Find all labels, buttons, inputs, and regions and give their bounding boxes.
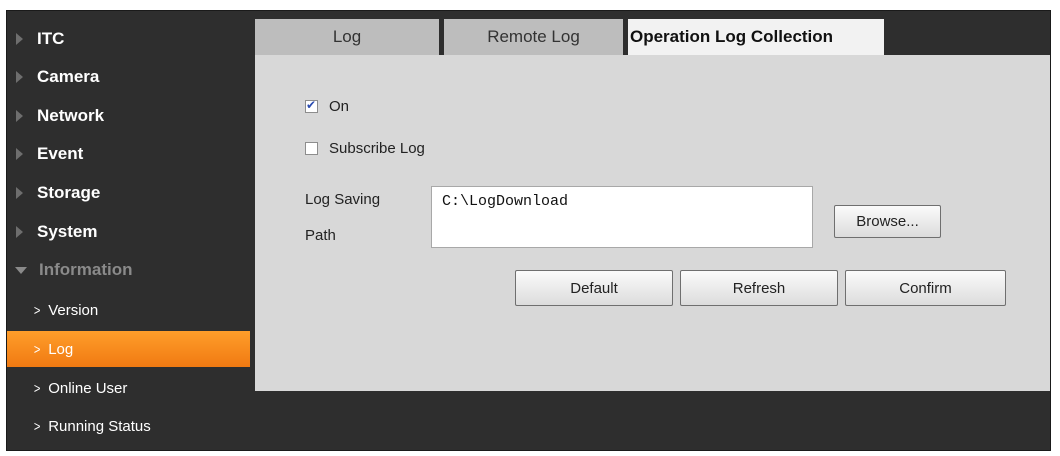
sidebar-item-system[interactable]: System (7, 213, 252, 251)
chevron-right-icon: > (33, 341, 41, 357)
sidebar-subitem-label: Version (48, 301, 99, 319)
sidebar-item-label: Information (39, 260, 133, 279)
sidebar-subitem-label: Running Status (48, 417, 151, 435)
log-saving-path-field[interactable]: C:\LogDownload (431, 186, 813, 248)
sidebar-item-network[interactable]: Network (7, 97, 252, 135)
sidebar-item-label: System (37, 222, 98, 241)
on-option: On (305, 98, 349, 115)
confirm-button[interactable]: Confirm (845, 270, 1006, 306)
sidebar-subitem-online-user[interactable]: > Online User (7, 370, 250, 406)
sidebar-item-storage[interactable]: Storage (7, 174, 252, 212)
triangle-right-icon (16, 187, 23, 199)
triangle-right-icon (16, 71, 23, 83)
sidebar-item-camera[interactable]: Camera (7, 58, 252, 96)
log-saving-path-label-line1: Log Saving (305, 191, 381, 208)
sidebar-subitem-running-status[interactable]: > Running Status (7, 408, 250, 444)
sidebar-subitem-label: Online User (48, 379, 128, 397)
log-saving-path-label-line2: Path (305, 227, 336, 244)
sidebar-item-label: Network (37, 106, 105, 125)
main-panel: Log Remote Log Operation Log Collection … (255, 11, 1050, 391)
sidebar-subitem-log[interactable]: > Log (7, 331, 250, 367)
tab-remote-log[interactable]: Remote Log (444, 19, 623, 55)
refresh-button[interactable]: Refresh (680, 270, 838, 306)
default-button[interactable]: Default (515, 270, 673, 306)
chevron-right-icon: > (33, 418, 41, 434)
sidebar-item-label: Storage (37, 183, 101, 202)
subscribe-log-option: Subscribe Log (305, 140, 425, 157)
chevron-right-icon: > (33, 380, 41, 396)
on-checkbox[interactable] (305, 98, 318, 113)
tab-operation-log-collection[interactable]: Operation Log Collection (628, 19, 884, 55)
tab-bar: Log Remote Log Operation Log Collection (255, 11, 1050, 55)
sidebar-item-label: Event (37, 144, 84, 163)
triangle-right-icon (16, 33, 23, 45)
tab-log[interactable]: Log (255, 19, 439, 55)
sidebar-item-information[interactable]: Information (7, 251, 252, 289)
chevron-right-icon: > (33, 302, 41, 318)
on-label: On (329, 98, 350, 115)
triangle-down-icon (15, 266, 27, 274)
subscribe-log-label: Subscribe Log (329, 140, 425, 157)
triangle-right-icon (16, 110, 23, 122)
sidebar-item-event[interactable]: Event (7, 135, 252, 173)
sidebar-item-itc[interactable]: ITC (7, 20, 252, 58)
browse-button[interactable]: Browse... (834, 205, 941, 238)
sidebar-item-label: ITC (37, 29, 65, 48)
sidebar-subitem-label: Log (48, 340, 74, 358)
triangle-right-icon (16, 148, 23, 160)
sidebar-item-label: Camera (37, 67, 100, 86)
app-frame: ITC Camera Network Event Storage System … (6, 10, 1051, 451)
sidebar: ITC Camera Network Event Storage System … (7, 11, 252, 450)
sidebar-subitem-version[interactable]: > Version (7, 292, 250, 328)
subscribe-log-checkbox[interactable] (305, 142, 318, 155)
triangle-right-icon (16, 226, 23, 238)
